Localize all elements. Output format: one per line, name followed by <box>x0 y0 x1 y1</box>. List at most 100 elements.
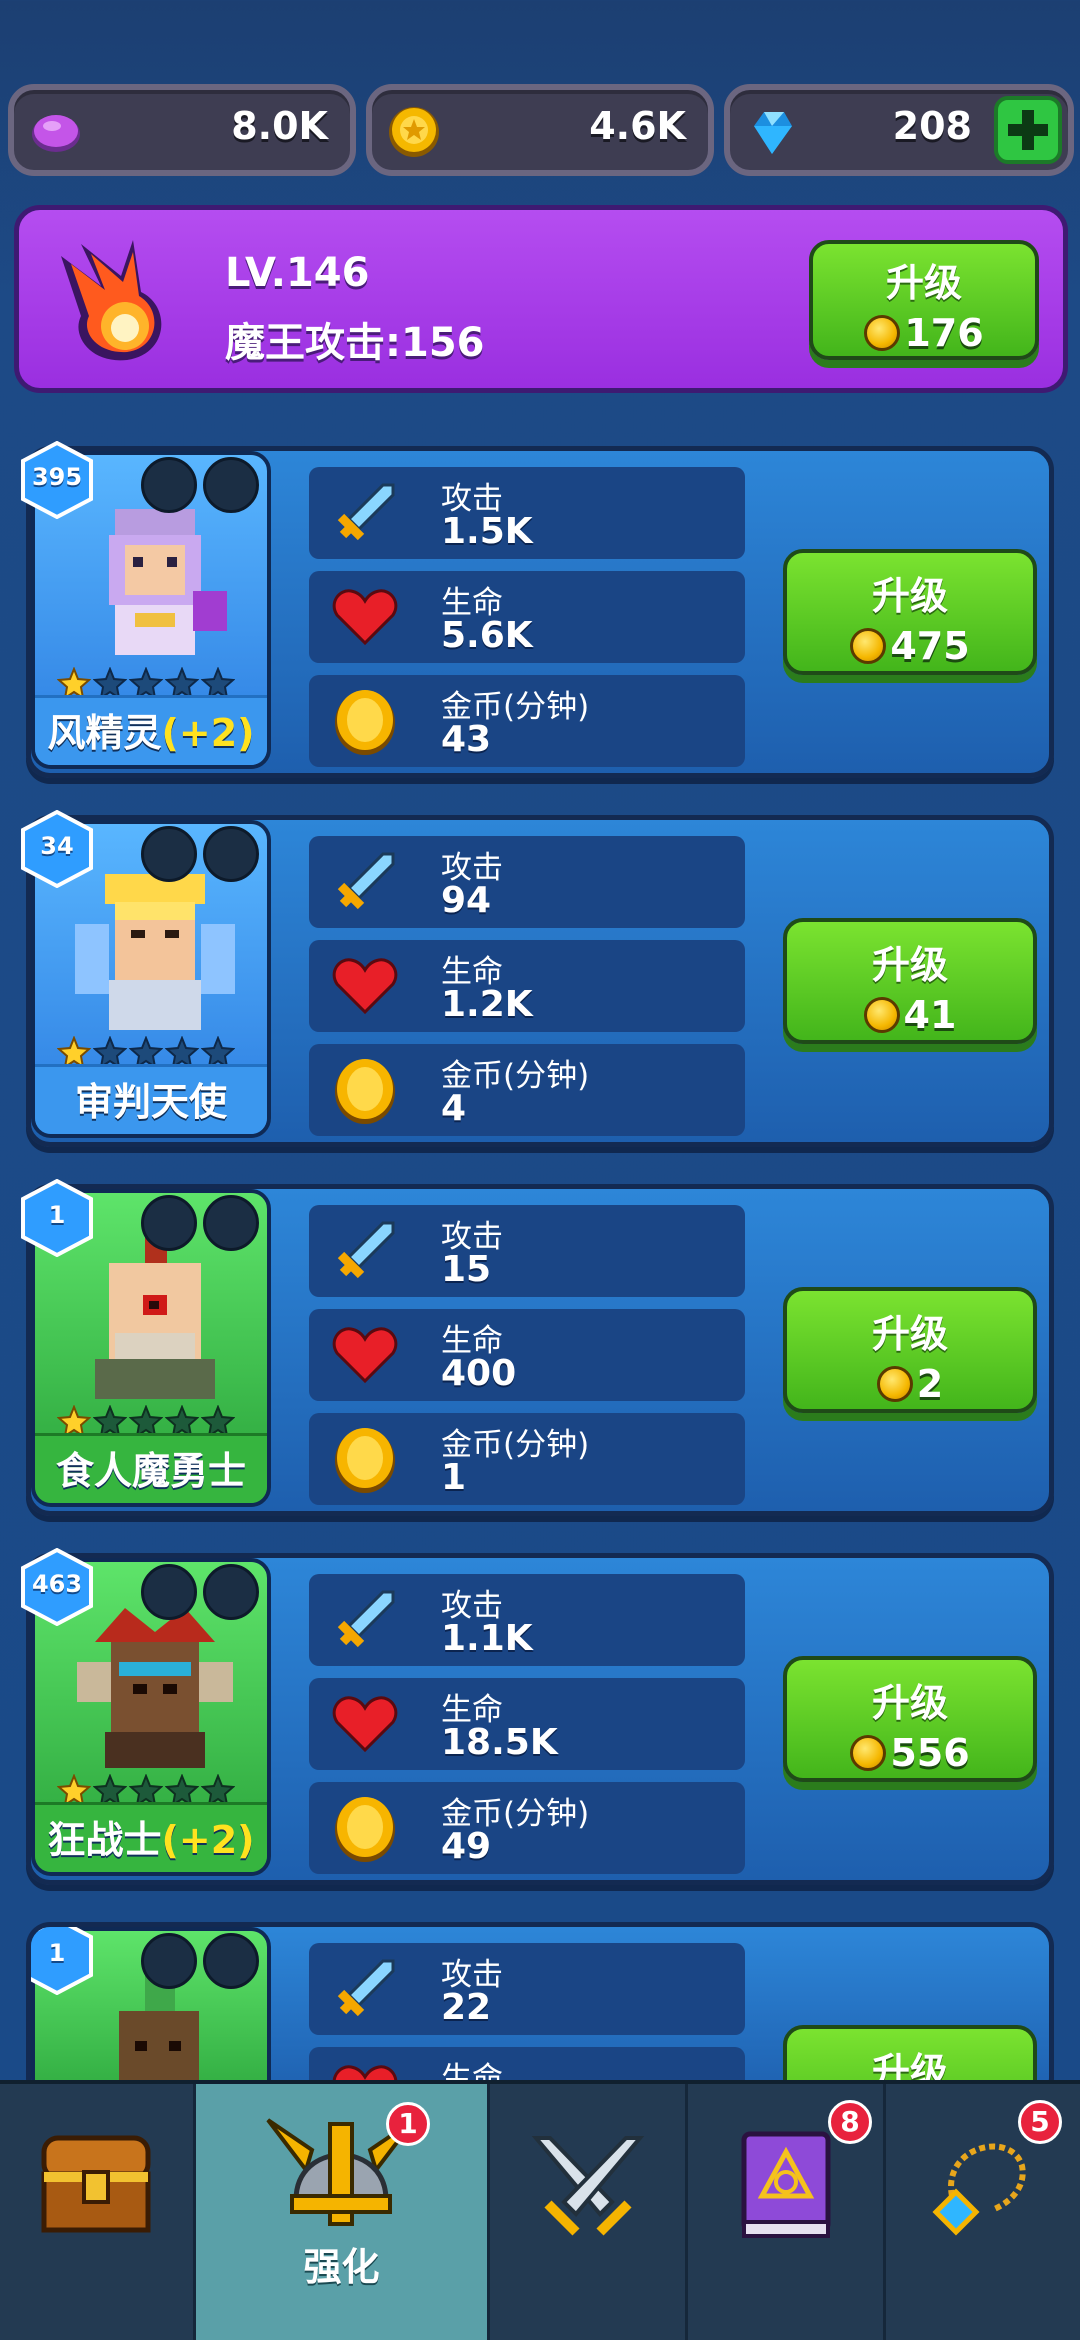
boss-upgrade-label: 升级 <box>885 261 962 305</box>
sword-icon <box>337 1590 395 1648</box>
race-elf-icon <box>141 457 197 513</box>
stat-hp: 生命 5.6K <box>309 571 745 663</box>
gold-value: 49 <box>441 1826 492 1867</box>
currency-diamond: 208 <box>724 84 1074 176</box>
upgrade-button[interactable]: 升级 475 <box>783 549 1037 675</box>
fireball-icon <box>61 240 162 361</box>
gold-value: 4 <box>441 1088 467 1129</box>
hp-value: 400 <box>441 1353 517 1394</box>
attack-value: 1.1K <box>441 1618 533 1659</box>
currency-purple: 8.0K <box>8 84 356 176</box>
sword-icon <box>337 483 395 541</box>
stat-attack: 攻击 94 <box>309 836 745 928</box>
plus-icon <box>1008 110 1048 150</box>
berserker-figure <box>77 1608 233 1768</box>
coin-icon <box>863 997 900 1033</box>
tab-spellbook[interactable]: 8 <box>688 2084 886 2340</box>
race-orc-icon <box>141 1564 197 1620</box>
heart-icon <box>332 958 398 1015</box>
boss-upgrade-button[interactable]: 升级 176 <box>809 240 1039 360</box>
coin-icon <box>850 1735 887 1771</box>
upgrade-button[interactable]: 升级 41 <box>783 918 1037 1044</box>
judgment-angel-figure <box>75 874 235 1030</box>
race-angel-icon <box>141 826 197 882</box>
sword-icon <box>337 852 395 910</box>
coin-icon <box>850 628 887 664</box>
class-sword-icon <box>203 1195 259 1251</box>
gold-coin-icon <box>335 1428 395 1493</box>
hero-level-badge: 34 <box>19 809 95 889</box>
stat-hp: 生命 18.5K <box>309 1678 745 1770</box>
tab-equipment[interactable]: 5 <box>886 2084 1080 2340</box>
currency-gold: 4.6K <box>366 84 714 176</box>
upgrade-button[interactable]: 升级 2 <box>783 1287 1037 1413</box>
diamond-icon <box>754 112 792 154</box>
crossed-swords-icon <box>531 2136 645 2236</box>
hero-card-berserker: 狂战士(+2) 463 攻击 1.1K 生命 18.5K 金币(分钟) 49 升… <box>21 1547 1054 1885</box>
hero-name: 风精灵(+2) <box>35 695 267 765</box>
stat-gold: 金币(分钟) 4 <box>309 1044 745 1136</box>
tab-upgrade-label: 强化 <box>303 2245 380 2289</box>
purple-gem-amount: 8.0K <box>231 104 328 148</box>
hero-level-badge: 1 <box>31 1927 95 1996</box>
treasure-chest-icon <box>41 2135 151 2233</box>
hero-card-wind-spirit: 风精灵(+2) 395 攻击 1.5K 生命 5.6K 金币(分钟) 43 升级… <box>21 440 1054 778</box>
hero-card-ogre-warrior: 食人魔勇士 1 攻击 15 生命 400 金币(分钟) 1 升级 2 <box>21 1178 1054 1516</box>
stat-gold: 金币(分钟) 43 <box>309 675 745 767</box>
gold-coin-amount: 4.6K <box>589 104 686 148</box>
race-ogre-icon <box>141 1195 197 1251</box>
attack-value: 22 <box>441 1987 492 2028</box>
hero-level-badge: 1 <box>19 1178 95 1258</box>
hp-value: 5.6K <box>441 615 533 656</box>
class-bow-icon <box>203 1933 259 1989</box>
stat-hp: 生命 1.2K <box>309 940 745 1032</box>
class-sword-icon <box>203 826 259 882</box>
gold-value: 1 <box>441 1457 467 1498</box>
attack-value: 15 <box>441 1249 492 1290</box>
ogre-warrior-figure <box>95 1235 215 1399</box>
stat-attack: 攻击 1.1K <box>309 1574 745 1666</box>
add-diamond-button[interactable] <box>994 96 1062 164</box>
hp-value: 18.5K <box>441 1722 558 1763</box>
notification-badge: 8 <box>828 2100 872 2144</box>
heart-icon <box>332 1696 398 1753</box>
spellbook-icon <box>741 2131 831 2238</box>
stat-attack: 攻击 1.5K <box>309 467 745 559</box>
class-staff-icon <box>203 457 259 513</box>
hero-name: 食人魔勇士 <box>35 1433 267 1503</box>
hero-bonus: (+2) <box>161 711 255 755</box>
class-sword-icon <box>203 1564 259 1620</box>
coin-icon <box>876 1366 913 1402</box>
tab-battle[interactable] <box>490 2084 688 2340</box>
sword-icon <box>337 1959 395 2017</box>
attack-value: 94 <box>441 880 492 921</box>
wind-spirit-figure <box>109 509 227 655</box>
boss-level-panel: LV.146 魔王攻击:156 升级 176 <box>14 205 1068 393</box>
purple-gem-icon <box>32 115 80 152</box>
hp-value: 1.2K <box>441 984 533 1025</box>
hero-card-judgment-angel: 审判天使 34 攻击 94 生命 1.2K 金币(分钟) 4 升级 41 <box>21 809 1054 1147</box>
boss-attack: 魔王攻击:156 <box>225 320 485 366</box>
heart-icon <box>332 589 398 646</box>
gold-coin-icon <box>335 690 395 755</box>
stat-gold: 金币(分钟) 49 <box>309 1782 745 1874</box>
attack-value: 1.5K <box>441 511 533 552</box>
tab-upgrade[interactable]: 强化 1 <box>196 2084 490 2340</box>
stat-attack: 攻击 22 <box>309 1943 745 2035</box>
sword-icon <box>337 1221 395 1279</box>
gold-coin-icon <box>335 1059 395 1124</box>
hero-name: 审判天使 <box>35 1064 267 1134</box>
amulet-icon <box>932 2143 1026 2236</box>
hero-level-badge: 395 <box>19 440 95 520</box>
tab-treasure[interactable] <box>0 2084 196 2340</box>
heart-icon <box>332 1327 398 1384</box>
upgrade-button[interactable]: 升级 556 <box>783 1656 1037 1782</box>
diamond-amount: 208 <box>892 104 972 148</box>
boss-upgrade-cost: 176 <box>813 311 1035 355</box>
boss-level: LV.146 <box>225 250 370 296</box>
stat-attack: 攻击 15 <box>309 1205 745 1297</box>
bottom-nav: 强化 1 8 5 <box>0 2080 1080 2340</box>
notification-badge: 5 <box>1018 2100 1062 2144</box>
gold-coin-icon <box>335 1797 395 1862</box>
stat-gold: 金币(分钟) 1 <box>309 1413 745 1505</box>
